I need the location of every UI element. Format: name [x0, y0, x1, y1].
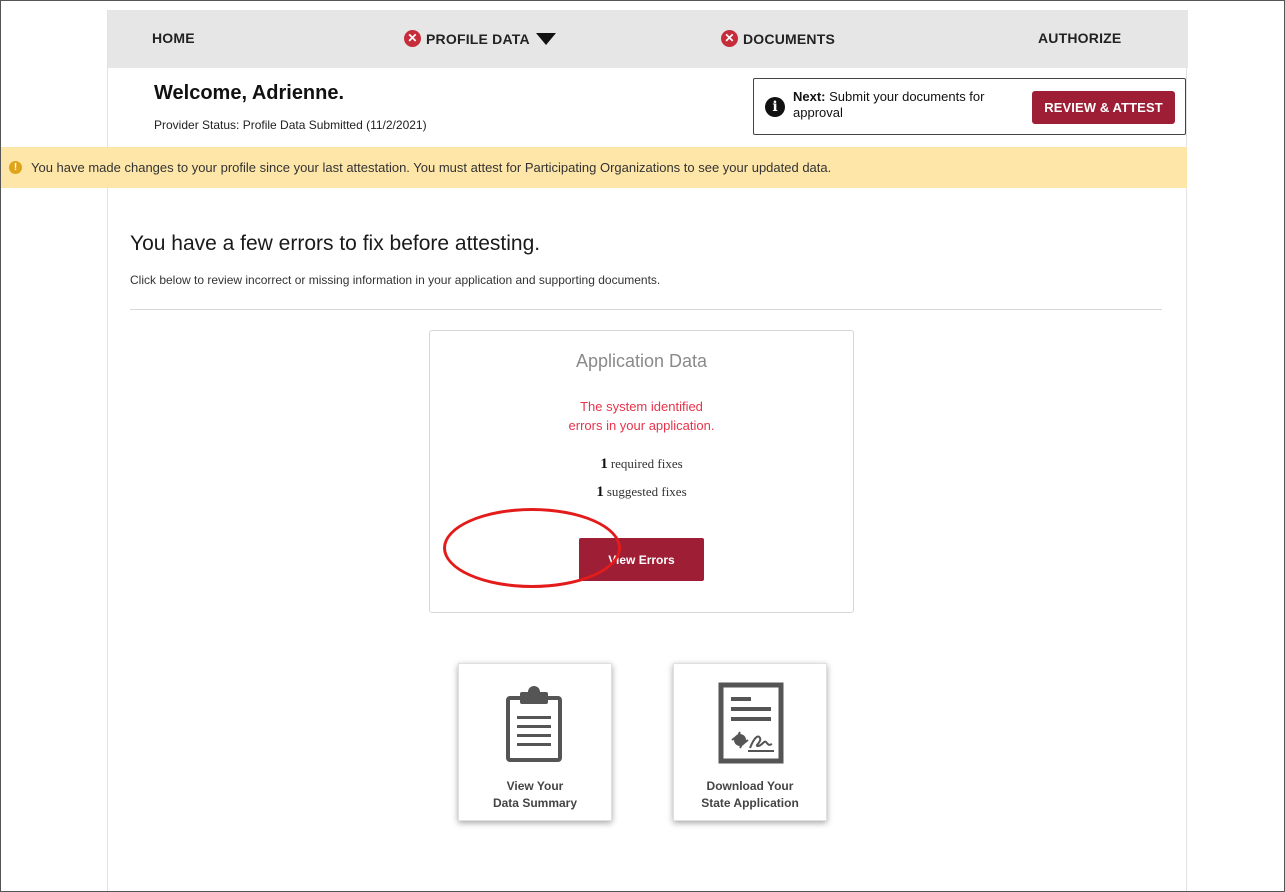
- warning-banner-text: You have made changes to your profile si…: [31, 160, 832, 175]
- x-circle-icon: ✕: [721, 30, 738, 47]
- info-circle-icon: i: [765, 97, 785, 117]
- suggested-fixes-label: suggested fixes: [606, 484, 687, 499]
- top-nav: HOME ✕ PROFILE DATA ✕ DOCUMENTS AUTHORIZ…: [108, 10, 1188, 68]
- page-container: HOME ✕ PROFILE DATA ✕ DOCUMENTS AUTHORIZ…: [1, 10, 1188, 892]
- welcome-heading: Welcome, Adrienne.: [154, 82, 345, 104]
- card-title: Application Data: [575, 351, 708, 371]
- nav-home[interactable]: HOME: [152, 30, 195, 46]
- card-error-line-1: The system identified: [580, 399, 703, 414]
- nav-home-label: HOME: [152, 30, 195, 46]
- page-subtitle: Click below to review incorrect or missi…: [130, 273, 661, 287]
- download-state-application-line-2: State Application: [701, 796, 799, 810]
- provider-status: Provider Status: Profile Data Submitted …: [154, 118, 427, 132]
- next-step-box: i Next: Submit your documents for approv…: [753, 78, 1186, 135]
- suggested-fixes-count: 1: [596, 484, 604, 500]
- download-state-application-label: Download Your State Application: [674, 778, 826, 812]
- exclamation-circle-icon: !: [9, 161, 22, 174]
- card-error-message: The system identified errors in your app…: [430, 397, 853, 435]
- review-attest-button[interactable]: REVIEW & ATTEST: [1032, 91, 1175, 124]
- suggested-fixes: 1 suggested fixes: [430, 484, 853, 501]
- view-data-summary-line-1: View Your: [506, 779, 564, 793]
- nav-profile-data-label: PROFILE DATA: [426, 30, 530, 47]
- warning-banner: ! You have made changes to your profile …: [1, 147, 1187, 188]
- nav-documents[interactable]: ✕ DOCUMENTS: [721, 30, 835, 47]
- divider: [130, 309, 1162, 310]
- view-data-summary-line-2: Data Summary: [492, 796, 578, 810]
- nav-authorize[interactable]: AUTHORIZE: [1038, 30, 1121, 46]
- required-fixes: 1 required fixes: [430, 456, 853, 473]
- application-data-card: Application Data The system identified e…: [429, 330, 854, 613]
- next-step-text: Next: Submit your documents for approval: [793, 89, 1013, 121]
- caret-down-icon: [535, 32, 556, 45]
- required-fixes-count: 1: [600, 456, 608, 472]
- page-title: You have a few errors to fix before atte…: [130, 232, 541, 255]
- view-data-summary-tile[interactable]: View Your Data Summary: [458, 663, 612, 821]
- download-state-application-line-1: Download Your: [706, 779, 794, 793]
- download-state-application-tile[interactable]: Download Your State Application: [673, 663, 827, 821]
- clipboard-icon: [506, 686, 562, 762]
- view-errors-button[interactable]: View Errors: [579, 538, 704, 581]
- nav-documents-label: DOCUMENTS: [743, 30, 836, 47]
- next-label: Next:: [793, 89, 826, 104]
- nav-authorize-label: AUTHORIZE: [1038, 30, 1122, 46]
- required-fixes-label: required fixes: [610, 456, 683, 471]
- x-circle-icon: ✕: [404, 30, 421, 47]
- view-data-summary-label: View Your Data Summary: [459, 778, 611, 812]
- nav-profile-data[interactable]: ✕ PROFILE DATA: [404, 30, 556, 47]
- signed-document-icon: [718, 682, 784, 764]
- card-error-line-2: errors in your application.: [568, 418, 715, 433]
